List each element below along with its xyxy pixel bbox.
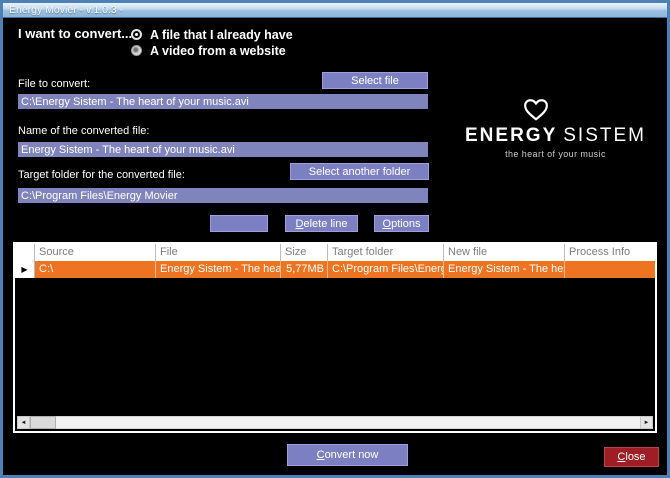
cell-process-info bbox=[565, 261, 655, 278]
brand-name: ENERGY SISTEM bbox=[458, 125, 653, 147]
header-size[interactable]: Size bbox=[281, 244, 328, 261]
close-button-label: Close bbox=[617, 451, 645, 463]
title-bar[interactable]: Energy Movier - v.1.0.3 - bbox=[3, 3, 667, 18]
select-file-button-label: Select file bbox=[351, 74, 399, 87]
scroll-left-icon[interactable]: ◄ bbox=[17, 416, 30, 429]
options-mnemonic: O bbox=[382, 217, 392, 230]
target-folder-input[interactable] bbox=[18, 188, 428, 203]
convert-mnemonic: C bbox=[316, 449, 325, 461]
options-rest: ptions bbox=[391, 217, 421, 230]
delete-line-rest: elete line bbox=[303, 217, 348, 230]
convert-prompt-label: I want to convert... bbox=[18, 26, 133, 41]
heart-icon bbox=[523, 98, 549, 127]
radio-unselected-icon[interactable] bbox=[131, 45, 142, 56]
cell-size: 5,77MB bbox=[281, 261, 328, 278]
header-process-info[interactable]: Process Info bbox=[565, 244, 655, 261]
scrollbar-track[interactable] bbox=[56, 416, 640, 429]
delete-line-button[interactable]: Delete line bbox=[285, 215, 358, 232]
convert-now-button[interactable]: Convert now bbox=[287, 444, 408, 466]
header-new-file[interactable]: New file bbox=[444, 244, 565, 261]
file-to-convert-label: File to convert: bbox=[18, 78, 91, 90]
converted-name-label: Name of the converted file: bbox=[18, 125, 150, 137]
header-source[interactable]: Source bbox=[35, 244, 156, 261]
file-to-convert-input[interactable] bbox=[18, 94, 428, 109]
cell-file: Energy Sistem - The heart of your music.… bbox=[156, 261, 281, 278]
radio-option-file-label: A file that I already have bbox=[150, 27, 293, 42]
options-button-label: Options bbox=[383, 218, 421, 230]
convert-now-button-label: Convert now bbox=[317, 449, 379, 461]
brand-name-energy: ENERGY bbox=[465, 125, 558, 146]
horizontal-scrollbar[interactable]: ◄ ► bbox=[17, 416, 653, 429]
cell-new-file: Energy Sistem - The heart of your music.… bbox=[444, 261, 565, 278]
app-window: Energy Movier - v.1.0.3 - I want to conv… bbox=[0, 0, 670, 478]
header-selector bbox=[15, 244, 35, 261]
header-file[interactable]: File bbox=[156, 244, 281, 261]
row-selector-icon: ▶ bbox=[15, 261, 35, 278]
target-folder-label: Target folder for the converted file: bbox=[18, 169, 185, 181]
converted-name-input[interactable] bbox=[18, 142, 428, 157]
select-file-button[interactable]: Select file bbox=[322, 72, 428, 89]
brand-name-sistem: SISTEM bbox=[563, 125, 646, 146]
scrollbar-thumb[interactable] bbox=[30, 416, 56, 429]
table-row[interactable]: ▶ C:\ Energy Sistem - The heart of your … bbox=[15, 261, 655, 278]
radio-selected-icon[interactable] bbox=[131, 29, 142, 40]
convert-rest: onvert now bbox=[324, 449, 379, 461]
table-header-row: Source File Size Target folder New file … bbox=[15, 244, 655, 261]
radio-option-website[interactable]: A video from a website bbox=[131, 43, 286, 58]
radio-option-file[interactable]: A file that I already have bbox=[131, 27, 293, 42]
brand-tagline: the heart of your music bbox=[505, 149, 606, 159]
conversion-queue-panel: Source File Size Target folder New file … bbox=[13, 242, 657, 433]
header-target-folder[interactable]: Target folder bbox=[328, 244, 444, 261]
delete-line-button-label: Delete line bbox=[296, 218, 348, 230]
cell-target-folder: C:\Program Files\Energy Movier bbox=[328, 261, 444, 278]
brand-logo: ENERGY SISTEM the heart of your music bbox=[458, 98, 653, 159]
select-folder-button-label: Select another folder bbox=[308, 165, 411, 178]
scroll-right-icon[interactable]: ► bbox=[640, 416, 653, 429]
options-button[interactable]: Options bbox=[374, 215, 429, 232]
blank-button[interactable] bbox=[210, 215, 268, 232]
client-area: I want to convert... A file that I alrea… bbox=[3, 18, 667, 475]
window-title: Energy Movier - v.1.0.3 - bbox=[9, 4, 124, 16]
close-button[interactable]: Close bbox=[604, 447, 659, 467]
select-folder-button[interactable]: Select another folder bbox=[290, 163, 429, 180]
radio-option-website-label: A video from a website bbox=[150, 43, 286, 58]
cell-source: C:\ bbox=[35, 261, 156, 278]
close-rest: lose bbox=[625, 451, 646, 463]
